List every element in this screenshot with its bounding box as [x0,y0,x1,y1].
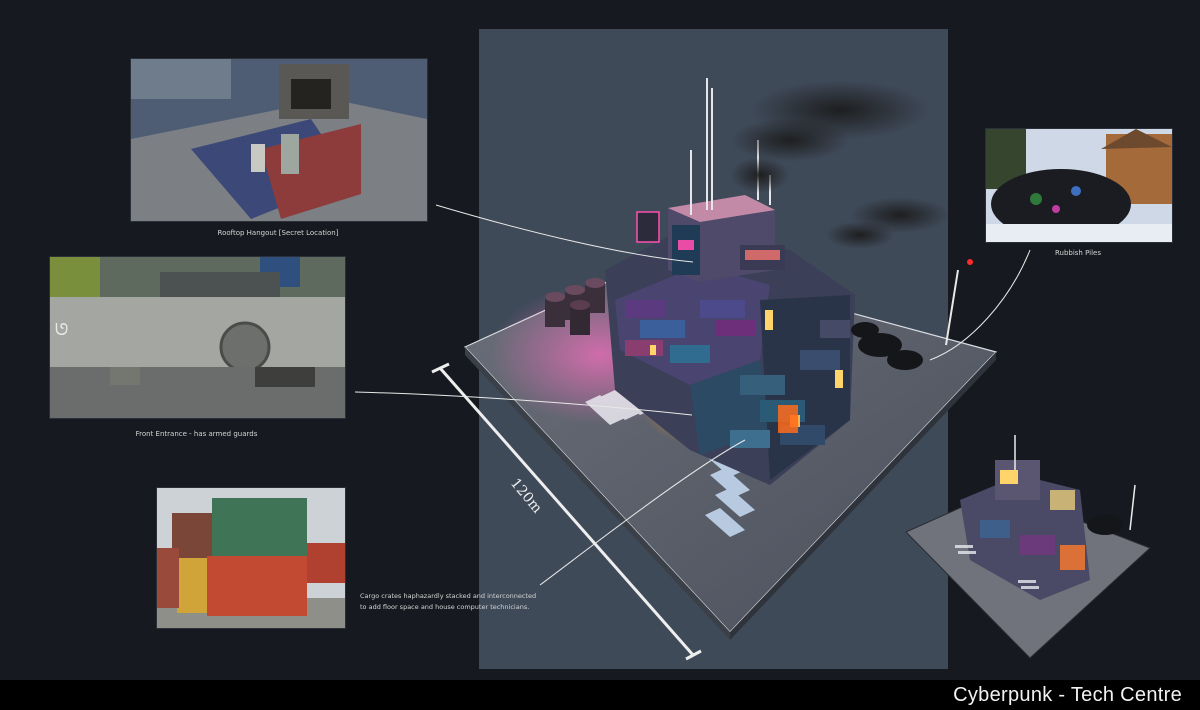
measure-tick-bottom [685,649,702,661]
sheet-title: Cyberpunk - Tech Centre [953,684,1182,706]
cargo-note-line2: to add floor space and house computer te… [360,603,530,611]
footer-bar: Cyberpunk - Tech Centre [0,680,1200,710]
rooftop-reference-image [130,58,428,222]
neon-sign [636,211,660,243]
light-pole [945,269,959,346]
rubbish-reference-image [985,128,1173,243]
cargo-note-line1: Cargo crates haphazardly stacked and int… [360,592,537,600]
concept-sheet: 120m Rooftop Hangout [Secret Location] ᘎ… [0,0,1200,680]
caption-rooftop: Rooftop Hangout [Secret Location] [217,229,339,237]
svg-text:ᘎ: ᘎ [55,320,68,339]
caption-front-entrance: Front Entrance - has armed guards [135,430,258,438]
top-tower [668,195,785,282]
cargo-note: Cargo crates haphazardly stacked and int… [360,591,600,613]
front-entrance-reference-image: ᘎ [49,256,346,419]
cargo-containers-reference-image [156,487,346,629]
caption-rubbish: Rubbish Piles [1054,249,1102,257]
red-beacon [967,259,973,265]
small-overview-render [905,435,1151,659]
